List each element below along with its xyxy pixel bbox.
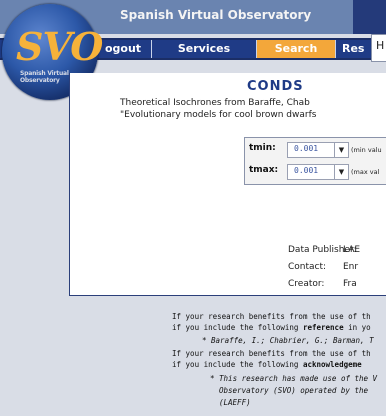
tmin-hint: (min valu: [351, 146, 382, 154]
help-tab[interactable]: H: [371, 34, 386, 62]
chevron-down-icon[interactable]: ▼: [334, 142, 349, 158]
footer-line-2: if you include the following reference i…: [172, 323, 371, 332]
page-title: CONDS: [247, 79, 304, 94]
tmin-label: tmin:: [249, 143, 276, 153]
footer-ack-1: * This research has made use of the V: [210, 374, 378, 383]
chevron-down-icon[interactable]: ▼: [334, 164, 349, 180]
tmax-select[interactable]: 0.001 ▼: [287, 164, 349, 180]
search-form: tmin: 0.001 ▼ (min valu tmax: 0.001 ▼ (m…: [244, 137, 386, 185]
nav-resources[interactable]: Res: [335, 40, 371, 58]
description-line-2: "Evolutionary models for cool brown dwar…: [120, 110, 317, 120]
footer-ack-2: Observatory (SVO) operated by the: [219, 386, 369, 395]
footer-ack-3: (LAEFF): [219, 398, 251, 407]
nav-logout[interactable]: ogout: [96, 40, 150, 58]
tmax-hint: (max val: [351, 168, 380, 176]
nav-services[interactable]: Services: [151, 40, 256, 58]
footer-line-4: If your research benefits from the use o…: [172, 349, 371, 358]
creator-row: Creator: Fra: [288, 279, 357, 289]
corner-block: [353, 0, 386, 34]
site-title: Spanish Virtual Observatory: [120, 8, 312, 22]
tmin-select[interactable]: 0.001 ▼: [287, 142, 349, 158]
tmax-label: tmax:: [249, 165, 279, 175]
contact-row: Contact: Enr: [288, 262, 359, 272]
footer-line-5: if you include the following acknowledge…: [172, 360, 362, 369]
nav-search[interactable]: Search: [256, 40, 335, 58]
footer-citation: * Baraffe, I.; Chabrier, G.; Barman, T: [202, 336, 374, 345]
publisher-row: Data Publisher: LAE: [288, 245, 361, 255]
logo-text: SVO: [16, 24, 103, 69]
description-line-1: Theoretical Isochrones from Baraffe, Cha…: [120, 98, 310, 108]
footer-line-1: If your research benefits from the use o…: [172, 312, 371, 321]
